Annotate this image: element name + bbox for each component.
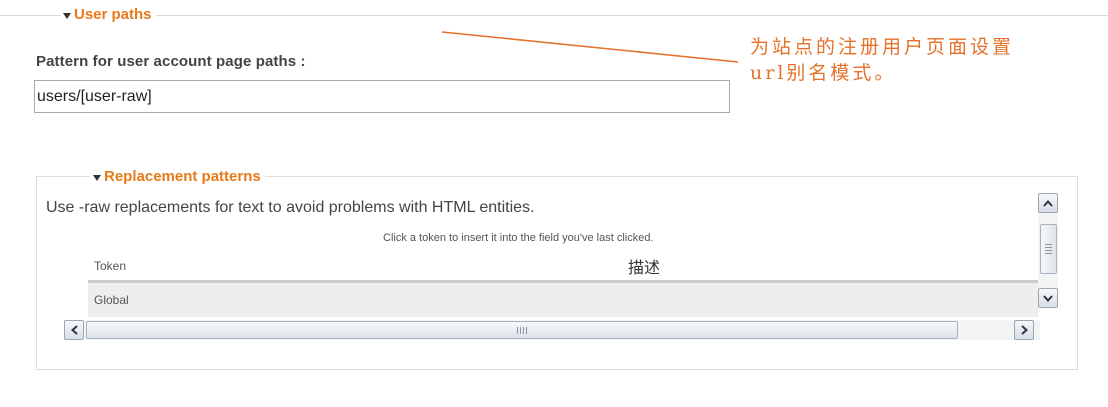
collapse-triangle-icon bbox=[93, 174, 101, 181]
collapse-triangle-icon bbox=[63, 12, 71, 19]
user-paths-legend[interactable]: User paths bbox=[60, 6, 156, 24]
scroll-right-button[interactable] bbox=[1014, 320, 1034, 340]
arrow-right-icon bbox=[1020, 325, 1028, 335]
arrow-down-icon bbox=[1043, 294, 1053, 302]
annotation-line-1: 为站点的注册用户页面设置 bbox=[750, 36, 1015, 58]
grip-icon bbox=[517, 326, 527, 334]
column-header-description: 描述 bbox=[628, 260, 661, 277]
annotation-line-2: url别名模式。 bbox=[750, 62, 897, 84]
replacement-description: Use -raw replacements for text to avoid … bbox=[46, 199, 535, 216]
horizontal-scrollbar-thumb[interactable] bbox=[86, 321, 958, 339]
scroll-down-button[interactable] bbox=[1038, 288, 1058, 308]
table-row[interactable] bbox=[88, 283, 1038, 317]
user-paths-fieldset-border bbox=[0, 15, 1108, 16]
scroll-up-button[interactable] bbox=[1038, 193, 1058, 213]
annotation-note: 为站点的注册用户页面设置 url别名模式。 bbox=[750, 34, 1050, 86]
user-paths-legend-label: User paths bbox=[74, 6, 152, 23]
vertical-scrollbar-thumb[interactable] bbox=[1040, 224, 1057, 274]
replacement-patterns-legend[interactable]: Replacement patterns bbox=[90, 168, 265, 186]
replacement-patterns-legend-label: Replacement patterns bbox=[104, 168, 261, 185]
grip-icon bbox=[1045, 244, 1052, 254]
user-pattern-label: Pattern for user account page paths : bbox=[36, 53, 306, 70]
arrow-up-icon bbox=[1043, 199, 1053, 207]
arrow-left-icon bbox=[70, 325, 78, 335]
token-help-text: Click a token to insert it into the fiel… bbox=[383, 232, 654, 244]
scroll-left-button[interactable] bbox=[64, 320, 84, 340]
token-group-global[interactable]: Global bbox=[94, 293, 129, 307]
user-pattern-input[interactable] bbox=[34, 80, 730, 113]
column-header-token: Token bbox=[94, 259, 127, 273]
